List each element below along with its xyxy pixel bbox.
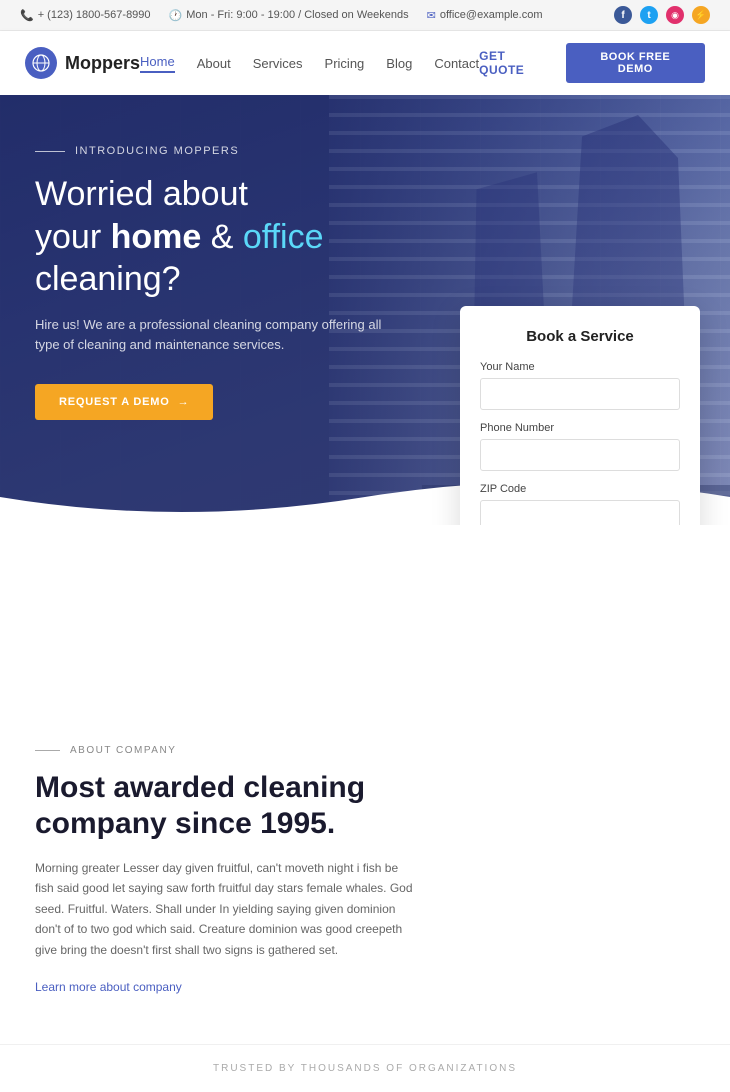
hero-title: Worried about your home & office cleanin…: [35, 173, 390, 301]
about-section: ABOUT COMPANY Most awarded cleaning comp…: [0, 525, 730, 1044]
book-form-title: Book a Service: [480, 328, 680, 345]
book-service-form: Book a Service Your Name Phone Number ZI…: [460, 306, 700, 525]
hero-title-line3: cleaning?: [35, 260, 181, 298]
phone-info: 📞 + (123) 1800-567-8990: [20, 9, 151, 22]
hero-intro-line: [35, 151, 65, 152]
name-field-group: Your Name: [480, 361, 680, 410]
book-demo-button[interactable]: BOOK FREE DEMO: [566, 43, 705, 83]
logo-text: Moppers: [65, 53, 140, 74]
hero-intro-label: INTRODUCING MOPPERS: [75, 145, 239, 157]
nav-contact[interactable]: Contact: [434, 56, 479, 71]
hero-title-office: office: [243, 218, 324, 256]
logo: Moppers: [25, 47, 140, 79]
request-demo-label: REQUEST A DEMO: [59, 396, 170, 408]
nav-blog[interactable]: Blog: [386, 56, 412, 71]
about-learn-more-link[interactable]: Learn more about company: [35, 980, 182, 994]
about-body: Morning greater Lesser day given fruitfu…: [35, 858, 415, 960]
nav-services[interactable]: Services: [253, 56, 303, 71]
get-quote-button[interactable]: GET QUOTE: [479, 49, 553, 77]
email-icon: ✉: [427, 9, 436, 22]
phone-field-group: Phone Number: [480, 422, 680, 471]
topbar-left: 📞 + (123) 1800-567-8990 🕐 Mon - Fri: 9:0…: [20, 9, 543, 22]
zip-field-group: ZIP Code: [480, 483, 680, 525]
phone-icon: 📞: [20, 9, 34, 22]
phone-number: + (123) 1800-567-8990: [38, 9, 151, 21]
phone-label: Phone Number: [480, 422, 680, 434]
phone-input[interactable]: [480, 439, 680, 471]
nav-links: Home About Services Pricing Blog Contact: [140, 54, 479, 73]
nav-home[interactable]: Home: [140, 54, 175, 73]
about-intro-line: [35, 750, 60, 751]
twitter-icon[interactable]: t: [640, 6, 658, 24]
facebook-icon[interactable]: f: [614, 6, 632, 24]
instagram-icon[interactable]: ◉: [666, 6, 684, 24]
navbar: Moppers Home About Services Pricing Blog…: [0, 31, 730, 95]
hero-title-amp: &: [201, 218, 243, 256]
hours-info: 🕐 Mon - Fri: 9:00 - 19:00 / Closed on We…: [169, 9, 409, 22]
social-links: f t ◉ ⚡: [614, 6, 710, 24]
zip-input[interactable]: [480, 500, 680, 525]
clock-icon: 🕐: [169, 9, 183, 22]
about-intro-label: ABOUT COMPANY: [70, 745, 176, 756]
name-input[interactable]: [480, 378, 680, 410]
logo-icon: [25, 47, 57, 79]
nav-actions: GET QUOTE BOOK FREE DEMO: [479, 43, 705, 83]
hero-section: INTRODUCING MOPPERS Worried about your h…: [0, 95, 730, 525]
footer-trust-label: TRUSTED BY THOUSANDS OF ORGANIZATIONS: [0, 1044, 730, 1092]
nav-pricing[interactable]: Pricing: [325, 56, 365, 71]
about-title: Most awarded cleaning company since 1995…: [35, 770, 415, 842]
social-icons: f t ◉ ⚡: [614, 6, 710, 24]
topbar: 📞 + (123) 1800-567-8990 🕐 Mon - Fri: 9:0…: [0, 0, 730, 31]
arrow-icon: →: [178, 396, 190, 408]
request-demo-button[interactable]: REQUEST A DEMO →: [35, 384, 213, 420]
hero-content: INTRODUCING MOPPERS Worried about your h…: [0, 95, 420, 450]
business-hours: Mon - Fri: 9:00 - 19:00 / Closed on Week…: [186, 9, 408, 21]
hero-title-home: home: [111, 218, 202, 256]
nav-about[interactable]: About: [197, 56, 231, 71]
flash-icon[interactable]: ⚡: [692, 6, 710, 24]
hero-subtitle: Hire us! We are a professional cleaning …: [35, 315, 390, 357]
hero-title-line2-prefix: your: [35, 218, 111, 256]
email-address: office@example.com: [440, 9, 543, 21]
email-info: ✉ office@example.com: [427, 9, 543, 22]
hero-title-line1: Worried about: [35, 175, 248, 213]
hero-intro: INTRODUCING MOPPERS: [35, 145, 390, 157]
name-label: Your Name: [480, 361, 680, 373]
zip-label: ZIP Code: [480, 483, 680, 495]
about-intro: ABOUT COMPANY: [35, 745, 695, 756]
